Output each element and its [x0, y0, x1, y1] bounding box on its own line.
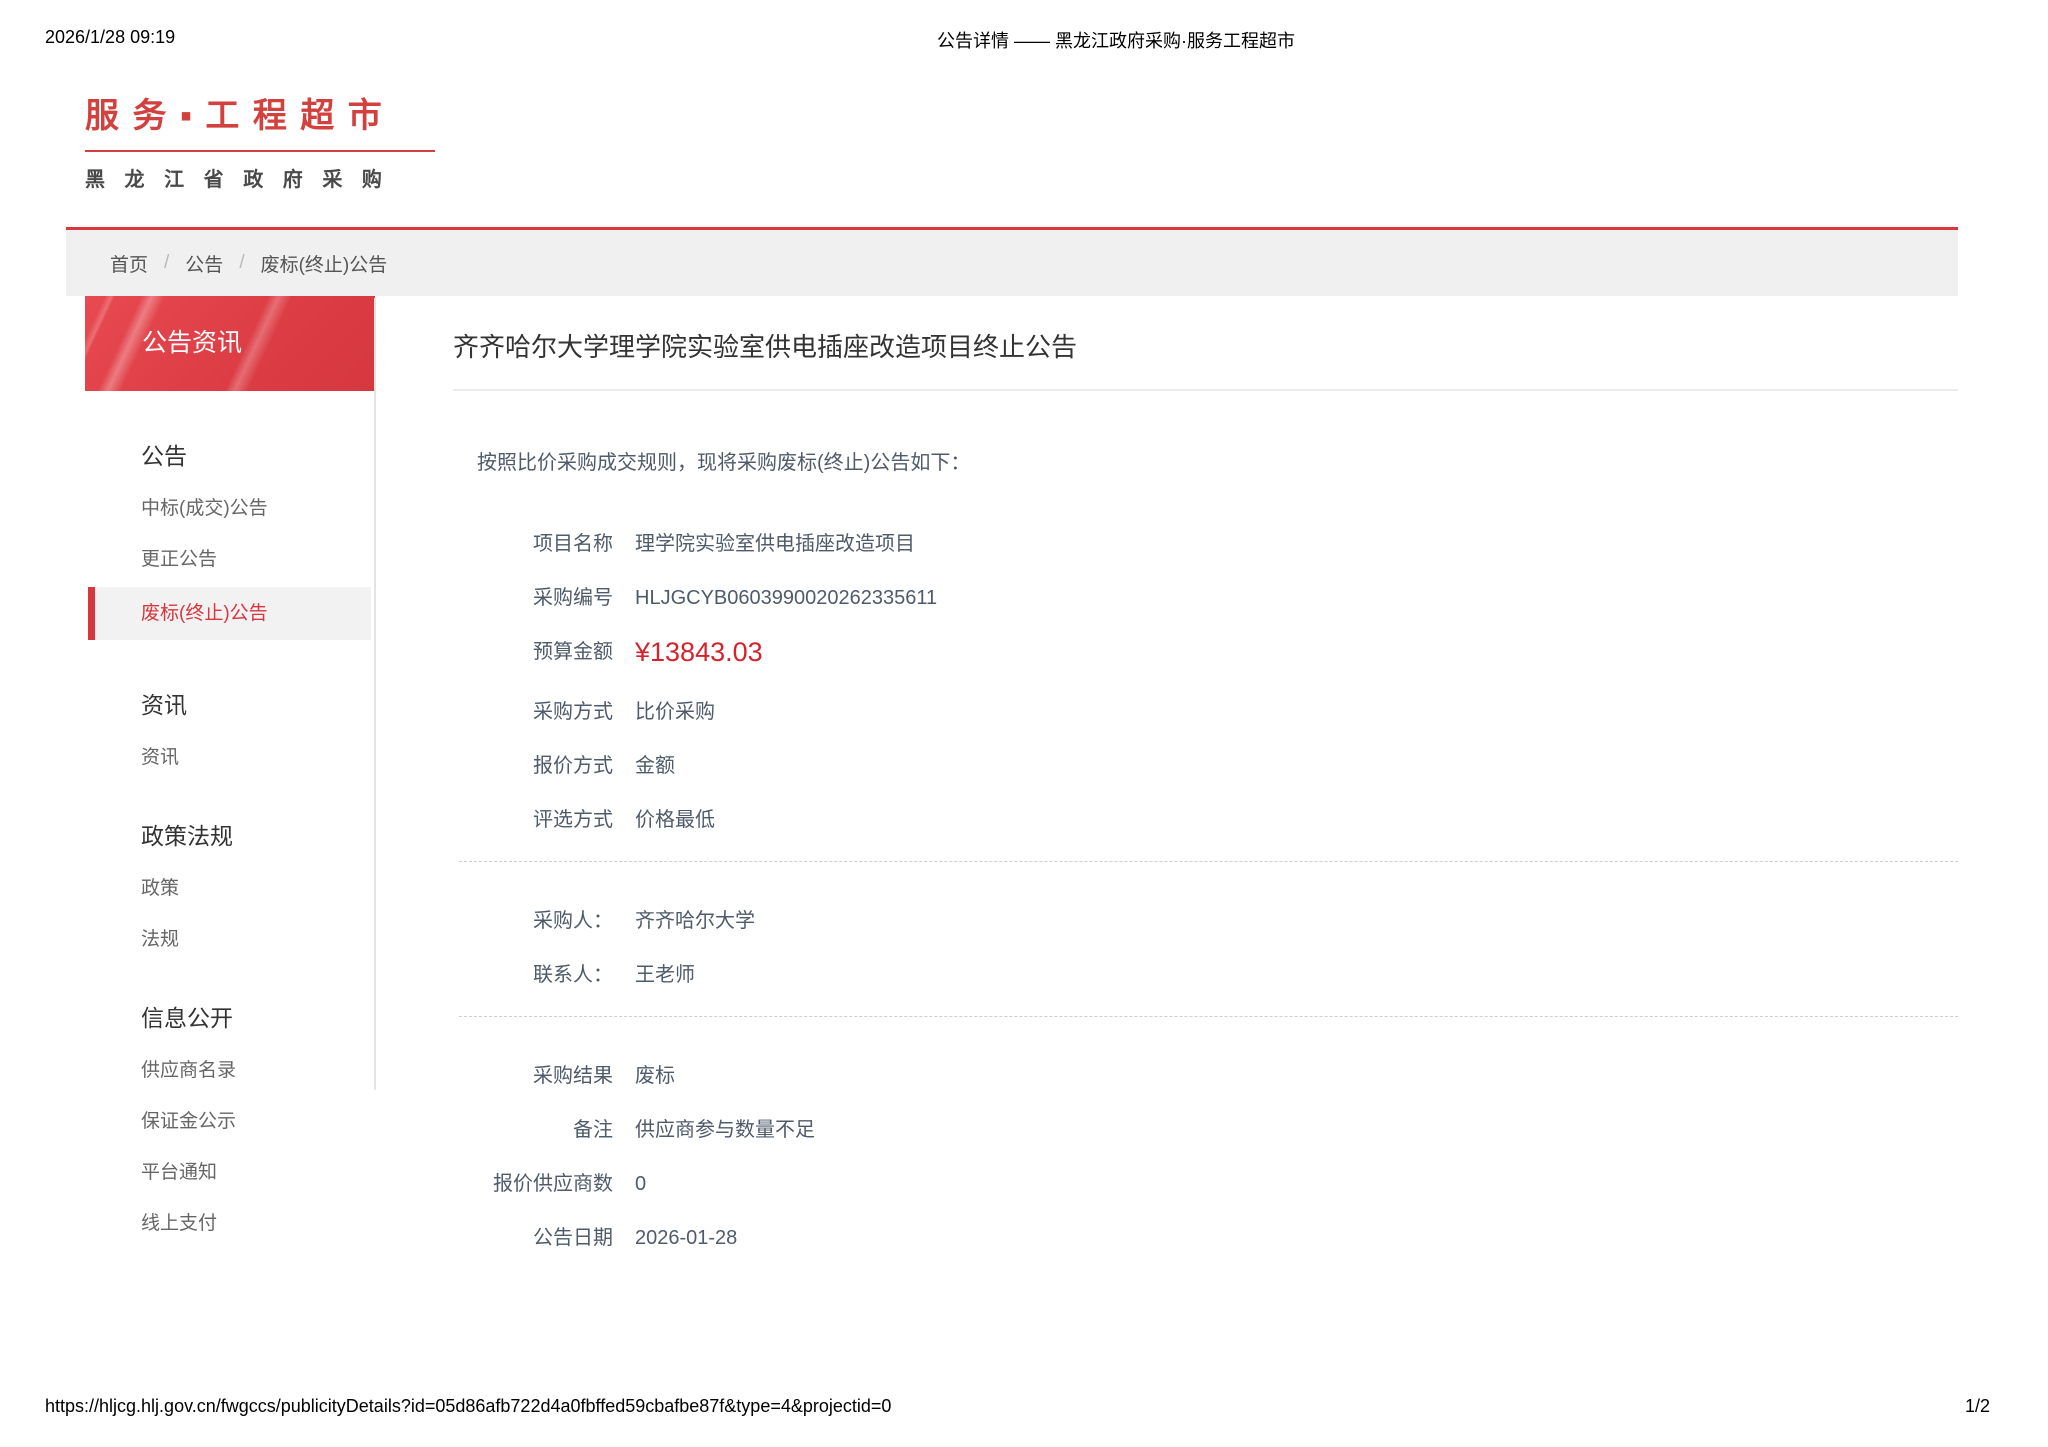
- field-group-contact: 采购人： 齐齐哈尔大学 联系人： 王老师: [453, 908, 1958, 989]
- sidebar-section-title-policy-regulation: 政策法规: [85, 817, 375, 851]
- field-row-project-name: 项目名称 理学院实验室供电插座改造项目: [453, 531, 1958, 558]
- sidebar-section-information-disclosure: 信息公开 供应商名录 保证金公示 平台通知 线上支付: [85, 999, 375, 1237]
- breadcrumb-announcements[interactable]: 公告: [185, 250, 223, 277]
- field-row-procurement-method: 采购方式 比价采购: [453, 699, 1958, 726]
- sidebar-item-regulation[interactable]: 法规: [85, 926, 375, 953]
- field-label: 采购人：: [453, 908, 613, 935]
- field-group-result: 采购结果 废标 备注 供应商参与数量不足 报价供应商数 0 公告日期 2026-…: [453, 1063, 1958, 1252]
- field-row-purchaser: 采购人： 齐齐哈尔大学: [453, 908, 1958, 935]
- field-label: 采购方式: [453, 699, 613, 726]
- announcement-detail: 齐齐哈尔大学理学院实验室供电插座改造项目终止公告 按照比价采购成交规则，现将采购…: [375, 296, 1958, 1279]
- logo-title: 服 务 ▪ 工 程 超 市: [85, 88, 435, 152]
- field-row-announcement-date: 公告日期 2026-01-28: [453, 1225, 1958, 1252]
- breadcrumb-home[interactable]: 首页: [110, 250, 148, 277]
- page-number: 1/2: [1965, 1396, 1990, 1417]
- field-value: 0: [635, 1171, 646, 1198]
- sidebar-item-award-announcement[interactable]: 中标(成交)公告: [85, 495, 375, 522]
- field-row-procurement-result: 采购结果 废标: [453, 1063, 1958, 1090]
- field-label: 预算金额: [453, 639, 613, 666]
- field-row-procurement-number: 采购编号 HLJGCYB0603990020262335611: [453, 585, 1958, 612]
- breadcrumb-current: 废标(终止)公告: [261, 250, 388, 277]
- field-value: 王老师: [635, 962, 695, 989]
- sidebar: 公告资讯 公告 中标(成交)公告 更正公告 废标(终止)公告 资讯 资讯 政策法…: [85, 296, 375, 1237]
- sidebar-section-policy-regulation: 政策法规 政策 法规: [85, 817, 375, 953]
- field-label: 报价方式: [453, 753, 613, 780]
- field-row-remark: 备注 供应商参与数量不足: [453, 1117, 1958, 1144]
- field-label: 采购结果: [453, 1063, 613, 1090]
- field-value: 比价采购: [635, 699, 715, 726]
- sidebar-item-deposit-publicity[interactable]: 保证金公示: [85, 1108, 375, 1135]
- field-label: 报价供应商数: [453, 1171, 613, 1198]
- field-row-supplier-count: 报价供应商数 0: [453, 1171, 1958, 1198]
- breadcrumb-separator: /: [164, 252, 169, 274]
- field-value: HLJGCYB0603990020262335611: [635, 585, 937, 612]
- breadcrumb-separator: /: [239, 252, 244, 274]
- field-label: 采购编号: [453, 585, 613, 612]
- field-value: 价格最低: [635, 807, 715, 834]
- budget-amount-value: ¥13843.03: [635, 639, 763, 666]
- field-row-quotation-method: 报价方式 金额: [453, 753, 1958, 780]
- announcement-intro: 按照比价采购成交规则，现将采购废标(终止)公告如下：: [453, 449, 1958, 477]
- sidebar-divider: [374, 298, 376, 1090]
- content-area: 公告资讯 公告 中标(成交)公告 更正公告 废标(终止)公告 资讯 资讯 政策法…: [85, 296, 1958, 1279]
- section-divider: [459, 861, 1958, 862]
- announcement-title: 齐齐哈尔大学理学院实验室供电插座改造项目终止公告: [453, 329, 1958, 365]
- print-footer: https://hljcg.hlj.gov.cn/fwgccs/publicit…: [45, 1396, 1990, 1417]
- logo-subtitle: 黑 龙 江 省 政 府 采 购: [85, 163, 435, 192]
- field-value: 理学院实验室供电插座改造项目: [635, 531, 915, 558]
- sidebar-item-news[interactable]: 资讯: [85, 744, 375, 771]
- section-divider: [459, 1016, 1958, 1017]
- field-row-budget-amount: 预算金额 ¥13843.03: [453, 639, 1958, 666]
- field-label: 公告日期: [453, 1225, 613, 1252]
- field-value: 废标: [635, 1063, 675, 1090]
- sidebar-item-correction-announcement[interactable]: 更正公告: [85, 546, 375, 573]
- field-label: 项目名称: [453, 531, 613, 558]
- sidebar-section-announcements: 公告 中标(成交)公告 更正公告 废标(终止)公告: [85, 437, 375, 640]
- sidebar-section-title-announcements: 公告: [85, 437, 375, 471]
- print-header: 2026/1/28 09:19 公告详情 —— 黑龙江政府采购·服务工程超市: [0, 27, 2048, 51]
- field-row-contact-person: 联系人： 王老师: [453, 962, 1958, 989]
- sidebar-section-title-news: 资讯: [85, 686, 375, 720]
- sidebar-item-termination-announcement[interactable]: 废标(终止)公告: [88, 587, 371, 640]
- print-datetime: 2026/1/28 09:19: [45, 27, 175, 48]
- breadcrumb: 首页 / 公告 / 废标(终止)公告: [66, 230, 1958, 296]
- print-page-title: 公告详情 —— 黑龙江政府采购·服务工程超市: [937, 27, 1295, 53]
- field-group-project: 项目名称 理学院实验室供电插座改造项目 采购编号 HLJGCYB06039900…: [453, 531, 1958, 834]
- title-divider: [453, 389, 1958, 391]
- sidebar-section-news: 资讯 资讯: [85, 686, 375, 771]
- site-logo[interactable]: 服 务 ▪ 工 程 超 市 黑 龙 江 省 政 府 采 购: [85, 88, 435, 192]
- page-url: https://hljcg.hlj.gov.cn/fwgccs/publicit…: [45, 1396, 891, 1417]
- field-label: 评选方式: [453, 807, 613, 834]
- sidebar-section-title-information-disclosure: 信息公开: [85, 999, 375, 1033]
- field-label: 备注: [453, 1117, 613, 1144]
- field-value: 金额: [635, 753, 675, 780]
- field-label: 联系人：: [453, 962, 613, 989]
- sidebar-item-platform-notice[interactable]: 平台通知: [85, 1159, 375, 1186]
- sidebar-item-online-payment[interactable]: 线上支付: [85, 1210, 375, 1237]
- sidebar-item-supplier-directory[interactable]: 供应商名录: [85, 1057, 375, 1084]
- sidebar-header: 公告资讯: [85, 296, 375, 391]
- field-value: 2026-01-28: [635, 1225, 737, 1252]
- field-row-selection-method: 评选方式 价格最低: [453, 807, 1958, 834]
- field-value: 齐齐哈尔大学: [635, 908, 755, 935]
- sidebar-item-policy[interactable]: 政策: [85, 875, 375, 902]
- field-value: 供应商参与数量不足: [635, 1117, 815, 1144]
